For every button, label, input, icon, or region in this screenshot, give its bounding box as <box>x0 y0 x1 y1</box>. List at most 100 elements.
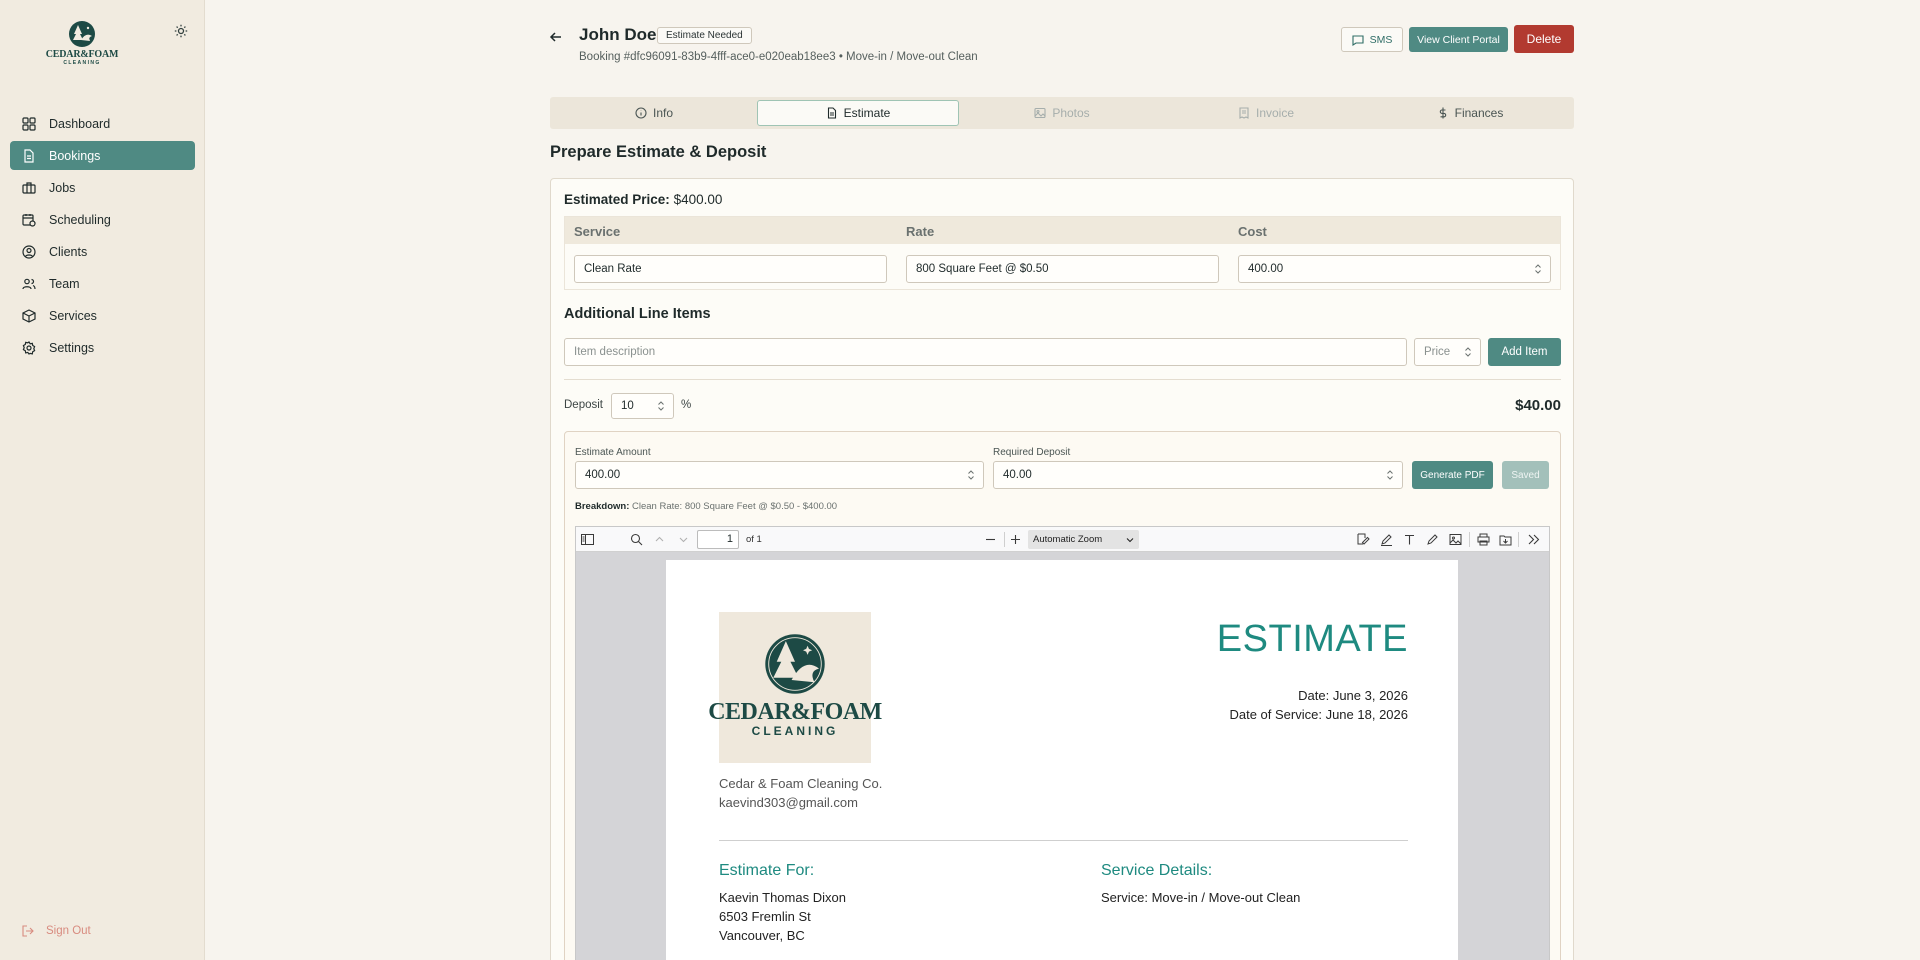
sidebar-item-label: Jobs <box>49 180 76 195</box>
column-header-rate: Rate <box>906 224 935 239</box>
dashboard-icon <box>22 116 36 131</box>
double-chevron-right-icon[interactable] <box>1527 533 1540 546</box>
chevron-up-icon[interactable] <box>653 533 666 546</box>
document-icon <box>22 148 36 163</box>
deposit-percent-input[interactable]: 10 <box>611 393 674 419</box>
view-client-portal-button[interactable]: View Client Portal <box>1409 27 1508 52</box>
item-description-input[interactable]: Item description <box>564 338 1407 366</box>
pdf-logo-subtext: CLEANING <box>751 724 839 738</box>
users-icon <box>22 277 36 291</box>
item-price-input[interactable]: Price <box>1414 338 1481 366</box>
add-item-button[interactable]: Add Item <box>1488 338 1561 366</box>
service-table-header: Service Rate Cost <box>565 217 1560 244</box>
sidebar-item-settings[interactable]: Settings <box>10 333 195 362</box>
sign-out-label: Sign Out <box>46 925 91 937</box>
sidebar-item-label: Scheduling <box>49 212 111 227</box>
pdf-viewer: 1 of 1 Automatic Zoom CEDAR&FOAM CLEANIN… <box>575 526 1550 960</box>
required-deposit-input[interactable]: 40.00 <box>993 461 1403 489</box>
logo-subtext: CLEANING <box>63 60 101 66</box>
sidebar-item-services[interactable]: Services <box>10 301 195 330</box>
zoom-select[interactable]: Automatic Zoom <box>1028 530 1139 549</box>
rate-field[interactable]: 800 Square Feet @ $0.50 <box>906 255 1219 283</box>
deposit-percent-value: 10 <box>621 400 634 412</box>
estimated-price-label: Estimated Price: <box>564 192 670 207</box>
tab-finances[interactable]: Finances <box>1369 100 1571 126</box>
deposit-label: Deposit <box>564 399 603 411</box>
required-deposit-label: Required Deposit <box>993 447 1071 458</box>
logo-wordmark: CEDAR&FOAM <box>45 49 119 60</box>
tree-wave-logo-icon <box>69 21 95 47</box>
sidebar-item-jobs[interactable]: Jobs <box>10 173 195 202</box>
sidebar-item-scheduling[interactable]: Scheduling <box>10 205 195 234</box>
search-icon[interactable] <box>630 533 643 546</box>
cost-field[interactable]: 400.00 <box>1238 255 1551 283</box>
print-icon[interactable] <box>1477 533 1490 546</box>
breakdown-text: Clean Rate: 800 Square Feet @ $0.50 - $4… <box>632 501 838 512</box>
document-icon <box>827 107 836 119</box>
sun-icon[interactable] <box>174 24 188 38</box>
tab-estimate[interactable]: Estimate <box>757 100 959 126</box>
pdf-client-street: 6503 Fremlin St <box>719 909 811 924</box>
spinner-arrows-icon[interactable] <box>657 400 665 412</box>
message-icon <box>1352 34 1364 46</box>
sidebar-item-bookings[interactable]: Bookings <box>10 141 195 170</box>
estimate-amount-input[interactable]: 400.00 <box>575 461 984 489</box>
cost-value: 400.00 <box>1248 263 1284 275</box>
spinner-arrows-icon[interactable] <box>1534 263 1542 275</box>
pdf-title: ESTIMATE <box>1216 618 1408 660</box>
dollar-icon <box>1439 107 1446 119</box>
tab-photos[interactable]: Photos <box>961 100 1163 126</box>
sidebar-toggle-icon[interactable] <box>581 533 594 546</box>
pdf-page: CEDAR&FOAM CLEANING Cedar & Foam Cleanin… <box>666 560 1458 960</box>
booking-subtitle: Booking #dfc96091-83b9-4fff-ace0-e020eab… <box>579 51 978 63</box>
additional-line-items-title: Additional Line Items <box>564 306 711 322</box>
text-icon[interactable] <box>1403 533 1416 546</box>
delete-button[interactable]: Delete <box>1514 25 1574 53</box>
sidebar-item-label: Team <box>49 276 80 291</box>
pdf-toolbar: 1 of 1 Automatic Zoom <box>576 527 1549 552</box>
spinner-arrows-icon[interactable] <box>967 469 975 481</box>
draw-icon[interactable] <box>1380 533 1393 546</box>
tab-invoice[interactable]: Invoice <box>1165 100 1367 126</box>
pdf-client-address: Kaevin Thomas Dixon 6503 Fremlin St Vanc… <box>719 888 846 945</box>
pdf-client-name: Kaevin Thomas Dixon <box>719 890 846 905</box>
sidebar-item-dashboard[interactable]: Dashboard <box>10 109 195 138</box>
percent-sign: % <box>681 399 692 411</box>
generate-pdf-button[interactable]: Generate PDF <box>1412 461 1493 489</box>
chevron-down-icon[interactable] <box>677 533 690 546</box>
section-title: Prepare Estimate & Deposit <box>550 143 767 161</box>
pencil-icon[interactable] <box>1426 533 1439 546</box>
sign-out-button[interactable]: Sign Out <box>22 925 91 937</box>
pdf-date: Date: June 3, 2026 <box>1298 688 1408 703</box>
tree-wave-logo-icon <box>765 634 825 694</box>
download-icon[interactable] <box>1499 533 1512 546</box>
saved-button[interactable]: Saved <box>1502 461 1549 489</box>
required-deposit-value: 40.00 <box>1003 469 1032 481</box>
spinner-arrows-icon[interactable] <box>1464 346 1472 358</box>
sms-button[interactable]: SMS <box>1341 27 1403 52</box>
tab-info[interactable]: Info <box>553 100 755 126</box>
tab-label: Finances <box>1454 106 1504 120</box>
sidebar-item-team[interactable]: Team <box>10 269 195 298</box>
tab-label: Estimate <box>843 106 891 120</box>
service-field[interactable]: Clean Rate <box>574 255 887 283</box>
back-arrow-icon[interactable] <box>548 29 564 45</box>
pdf-company-logo: CEDAR&FOAM CLEANING <box>708 612 882 763</box>
highlight-icon[interactable] <box>1357 533 1370 546</box>
image-icon[interactable] <box>1449 533 1462 546</box>
package-icon <box>22 308 36 323</box>
pdf-client-city: Vancouver, BC <box>719 928 805 943</box>
pdf-service-date: Date of Service: June 18, 2026 <box>1229 707 1408 722</box>
toolbar-separator <box>1469 532 1470 547</box>
pdf-company-name: Cedar & Foam Cleaning Co. <box>719 776 883 791</box>
sidebar-item-clients[interactable]: Clients <box>10 237 195 266</box>
toolbar-separator <box>1004 532 1005 547</box>
spinner-arrows-icon[interactable] <box>1386 469 1394 481</box>
booking-tabs: Info Estimate Photos Invoice Finances <box>550 97 1574 129</box>
brand-logo[interactable]: CEDAR&FOAM CLEANING <box>46 20 118 74</box>
pdf-dates: Date: June 3, 2026 Date of Service: June… <box>1229 686 1408 724</box>
page-number-input[interactable]: 1 <box>697 530 739 549</box>
zoom-out-icon[interactable] <box>984 533 997 546</box>
zoom-in-icon[interactable] <box>1009 533 1022 546</box>
pdf-estimate-for-heading: Estimate For: <box>719 862 815 879</box>
